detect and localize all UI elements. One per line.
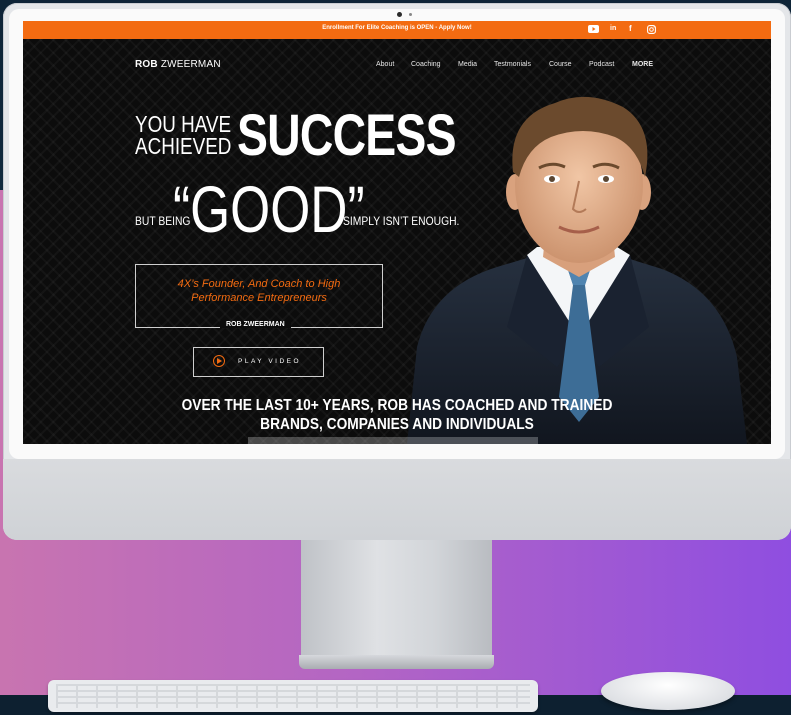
keyboard [48, 680, 538, 712]
monitor-stand-foot [299, 655, 494, 669]
youtube-icon[interactable] [588, 25, 599, 34]
quote-author: ROB ZWEERMAN [220, 321, 291, 328]
instagram-icon[interactable] [647, 25, 656, 34]
quote-line-1: 4X’s Founder, And Coach to High [177, 278, 341, 290]
brand-logo[interactable]: ROB ZWEERMAN [135, 59, 221, 70]
nav-about[interactable]: About [376, 61, 394, 68]
monitor-chin [3, 459, 791, 540]
hero-tagline-tail: SIMPLY ISN’T ENOUGH. [343, 214, 460, 228]
cut-off-text [248, 437, 538, 444]
coaching-heading-line-1: OVER THE LAST 10+ YEARS, ROB HAS COACHED… [181, 397, 613, 414]
play-video-label: PLAY VIDEO [238, 358, 302, 365]
announcement-bar[interactable]: Enrollment For Elite Coaching is OPEN - … [23, 21, 771, 39]
hero-line-2: ACHIEVED [135, 133, 232, 159]
linkedin-icon[interactable]: in [610, 25, 616, 32]
announcement-text[interactable]: Enrollment For Elite Coaching is OPEN - … [23, 25, 771, 31]
hero-line-1: YOU HAVE [135, 111, 232, 137]
mouse [601, 672, 735, 710]
nav-media[interactable]: Media [458, 61, 477, 68]
quote-line-2: Performance Entrepreneurs [191, 292, 327, 304]
camera-sensor [409, 13, 412, 16]
nav-podcast[interactable]: Podcast [589, 61, 614, 68]
keyboard-keys [56, 684, 530, 708]
hero-success: SUCCESS [237, 103, 457, 168]
nav-coaching[interactable]: Coaching [411, 61, 441, 68]
camera-icon [397, 12, 402, 17]
play-video-button[interactable]: PLAY VIDEO [193, 347, 324, 377]
website-screen: Enrollment For Elite Coaching is OPEN - … [23, 21, 771, 444]
coaching-heading-line-2: BRANDS, COMPANIES AND INDIVIDUALS [260, 416, 534, 433]
monitor-stand [301, 540, 492, 660]
nav-testimonials[interactable]: Testmonials [494, 61, 531, 68]
founder-quote-box: 4X’s Founder, And Coach to High Performa… [135, 264, 383, 328]
play-icon [213, 355, 225, 367]
facebook-icon[interactable]: f [629, 24, 632, 33]
brand-last: ZWEERMAN [160, 59, 221, 70]
nav-course[interactable]: Course [549, 61, 572, 68]
brand-first: ROB [135, 59, 158, 70]
hero-good: “GOOD” [173, 172, 365, 246]
founder-quote: 4X’s Founder, And Coach to High Performa… [136, 277, 382, 305]
nav-more[interactable]: MORE [632, 61, 653, 68]
